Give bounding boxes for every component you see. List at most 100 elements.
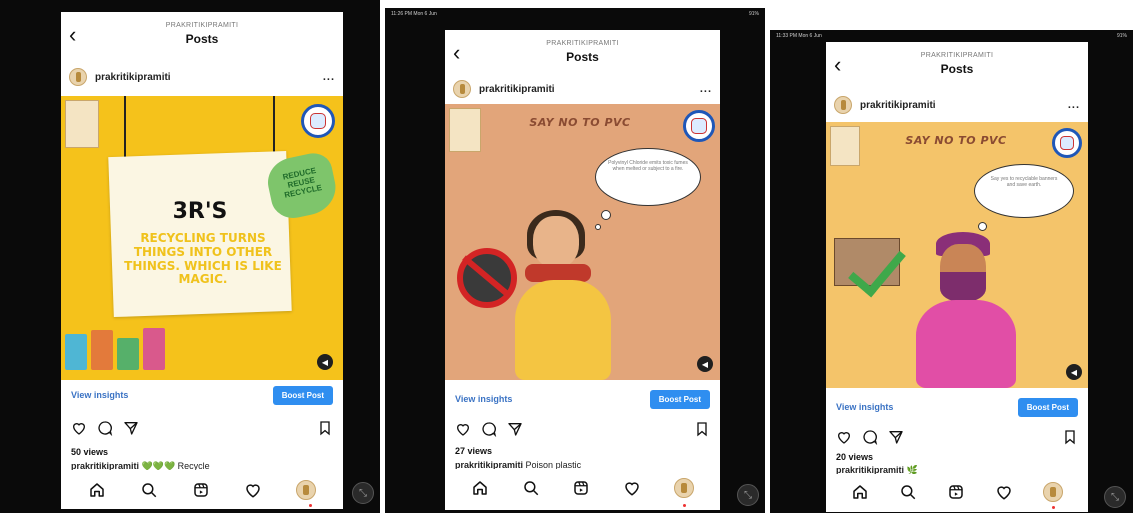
post-image[interactable]: 3R'S RECYCLING TURNS THINGS INTO OTHER T… bbox=[61, 96, 343, 380]
post-header: ‹ PRAKRITIKIPRAMITI Posts bbox=[826, 42, 1088, 88]
bottom-tab-bar bbox=[826, 476, 1088, 508]
more-options-icon[interactable]: ... bbox=[1068, 99, 1080, 111]
phone-screen-1: ‹ PRAKRITIKIPRAMITI Posts prakritikipram… bbox=[61, 12, 343, 509]
thought-bubble-text: Say yes to recyclable banners and save e… bbox=[990, 176, 1058, 188]
account-label: PRAKRITIKIPRAMITI bbox=[920, 52, 994, 59]
org-logo bbox=[1052, 128, 1082, 158]
post-image[interactable]: SAY NO TO PVC Say yes to recyclable bann… bbox=[826, 122, 1088, 388]
view-insights-link[interactable]: View insights bbox=[836, 402, 893, 412]
comment-icon[interactable] bbox=[481, 421, 497, 437]
avatar[interactable] bbox=[69, 68, 87, 86]
share-icon[interactable] bbox=[123, 420, 139, 436]
status-battery: 91% bbox=[748, 11, 759, 17]
comment-icon[interactable] bbox=[862, 429, 878, 445]
view-insights-link[interactable]: View insights bbox=[455, 394, 512, 404]
bookmark-icon[interactable] bbox=[1062, 429, 1078, 445]
reels-icon[interactable] bbox=[572, 479, 590, 497]
username[interactable]: prakritikipramiti bbox=[479, 84, 555, 95]
thought-bubble bbox=[595, 148, 701, 206]
profile-tab-avatar[interactable] bbox=[296, 480, 316, 500]
post-caption: prakritikipramiti 🌿 bbox=[836, 465, 1078, 474]
boost-post-button[interactable]: Boost Post bbox=[272, 385, 333, 405]
post-headline: SAY NO TO PVC bbox=[529, 116, 631, 129]
home-icon[interactable] bbox=[471, 479, 489, 497]
phone-screen-2: ‹ PRAKRITIKIPRAMITI Posts prakritikipram… bbox=[445, 30, 720, 510]
post-image[interactable]: SAY NO TO PVC Polyvinyl Chloride emits t… bbox=[445, 104, 720, 380]
activity-heart-icon[interactable] bbox=[244, 481, 262, 499]
bookmark-icon[interactable] bbox=[694, 421, 710, 437]
man-beard bbox=[940, 272, 986, 302]
bookmark-icon[interactable] bbox=[317, 420, 333, 436]
post-user-row: prakritikipramiti ... bbox=[826, 90, 1088, 120]
volume-icon[interactable]: ◀ bbox=[1066, 364, 1082, 380]
notification-dot bbox=[1052, 506, 1055, 509]
thought-bubble-text: Polyvinyl Chloride emits toxic fumes whe… bbox=[608, 160, 688, 172]
status-battery: 91% bbox=[1116, 33, 1127, 39]
reels-icon[interactable] bbox=[947, 483, 965, 501]
more-options-icon[interactable]: ... bbox=[700, 83, 712, 95]
account-label: PRAKRITIKIPRAMITI bbox=[165, 22, 239, 29]
home-icon[interactable] bbox=[851, 483, 869, 501]
activity-heart-icon[interactable] bbox=[995, 483, 1013, 501]
page-title: Posts bbox=[940, 62, 974, 76]
woman-body bbox=[515, 280, 611, 380]
search-icon[interactable] bbox=[140, 481, 158, 499]
boost-post-button[interactable]: Boost Post bbox=[649, 389, 710, 409]
post-user-row: prakritikipramiti ... bbox=[445, 74, 720, 104]
avatar[interactable] bbox=[834, 96, 852, 114]
phone-screen-3: ‹ PRAKRITIKIPRAMITI Posts prakritikipram… bbox=[826, 42, 1088, 512]
org-logo bbox=[683, 110, 715, 142]
brand-stamp bbox=[830, 126, 860, 166]
volume-icon[interactable]: ◀ bbox=[317, 354, 333, 370]
man-body bbox=[916, 300, 1016, 388]
post-caption: prakritikipramiti 💚💚💚 Recycle bbox=[71, 461, 333, 470]
username[interactable]: prakritikipramiti bbox=[860, 100, 936, 111]
more-options-icon[interactable]: ... bbox=[323, 71, 335, 83]
thought-dot-1 bbox=[978, 222, 987, 231]
insights-bar: View insights Boost Post bbox=[61, 380, 343, 410]
post-actions bbox=[61, 417, 343, 439]
zoom-icon[interactable]: ⤡ bbox=[1104, 486, 1126, 508]
home-icon[interactable] bbox=[88, 481, 106, 499]
thought-bubble bbox=[974, 164, 1074, 218]
zoom-icon[interactable]: ⤡ bbox=[352, 482, 374, 504]
bottom-tab-bar bbox=[445, 472, 720, 504]
post-slogan: RECYCLING TURNS THINGS INTO OTHER THINGS… bbox=[124, 231, 282, 287]
volume-icon[interactable]: ◀ bbox=[697, 356, 713, 372]
avatar[interactable] bbox=[453, 80, 471, 98]
activity-heart-icon[interactable] bbox=[623, 479, 641, 497]
zoom-icon[interactable]: ⤡ bbox=[737, 484, 759, 506]
post-actions bbox=[826, 426, 1088, 448]
username[interactable]: prakritikipramiti bbox=[95, 72, 171, 83]
profile-tab-avatar[interactable] bbox=[1043, 482, 1063, 502]
caption-text: 💚💚💚 Recycle bbox=[141, 461, 210, 470]
view-insights-link[interactable]: View insights bbox=[71, 390, 128, 400]
boost-post-button[interactable]: Boost Post bbox=[1017, 397, 1078, 417]
profile-tab-avatar[interactable] bbox=[673, 478, 694, 498]
screenshot-2: 11:26 PM Mon 6 Jun 91% ‹ PRAKRITIKIPRAMI… bbox=[385, 8, 765, 513]
search-icon[interactable] bbox=[522, 479, 540, 497]
recycle-badge-text: REDUCE REUSE RECYCLE bbox=[281, 165, 323, 200]
search-icon[interactable] bbox=[899, 483, 917, 501]
caption-text: 🌿 bbox=[906, 465, 918, 474]
page-title: Posts bbox=[185, 32, 219, 46]
caption-user[interactable]: prakritikipramiti bbox=[836, 465, 904, 474]
post-headline: SAY NO TO PVC bbox=[905, 134, 1007, 147]
heart-icon[interactable] bbox=[836, 429, 852, 445]
org-logo bbox=[301, 104, 335, 138]
screenshot-collage: ‹ PRAKRITIKIPRAMITI Posts prakritikipram… bbox=[0, 0, 1133, 513]
recycle-bins bbox=[61, 324, 171, 380]
caption-user[interactable]: prakritikipramiti bbox=[455, 460, 523, 469]
heart-icon[interactable] bbox=[455, 421, 471, 437]
post-caption: prakritikipramiti Poison plastic bbox=[455, 460, 710, 469]
heart-icon[interactable] bbox=[71, 420, 87, 436]
hanging-string-left bbox=[124, 96, 126, 166]
bottom-tab-bar bbox=[61, 474, 343, 506]
reels-icon[interactable] bbox=[192, 481, 210, 499]
notification-dot bbox=[683, 504, 686, 507]
caption-text: Poison plastic bbox=[525, 460, 582, 469]
caption-user[interactable]: prakritikipramiti bbox=[71, 461, 139, 470]
comment-icon[interactable] bbox=[97, 420, 113, 436]
share-icon[interactable] bbox=[888, 429, 904, 445]
share-icon[interactable] bbox=[507, 421, 523, 437]
